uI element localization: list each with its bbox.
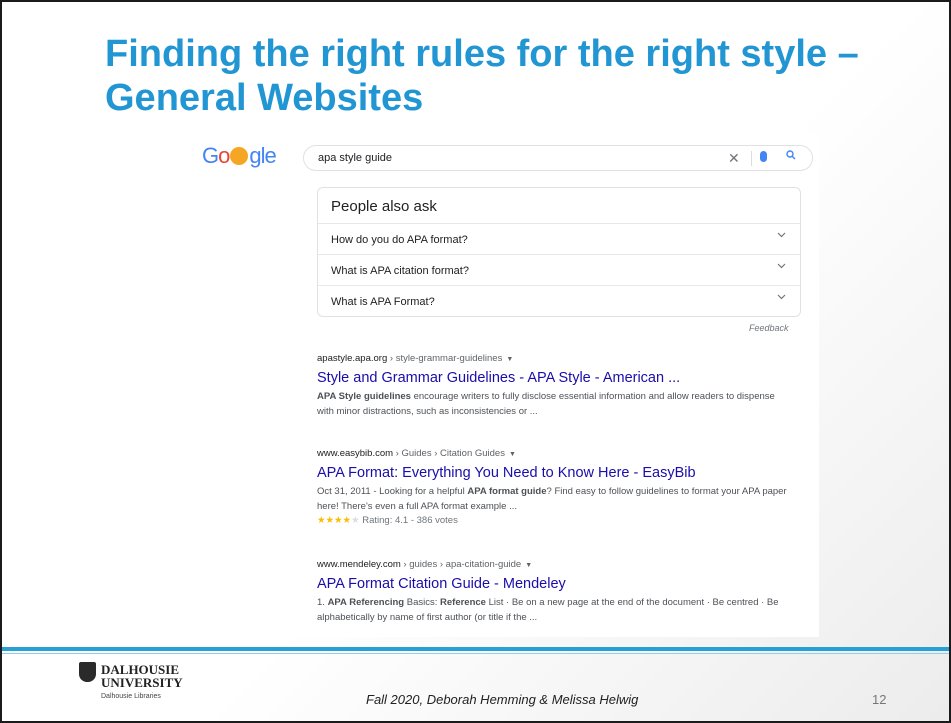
search-result: www.mendeley.com › guides › apa-citation…: [317, 559, 787, 625]
star-rating-icon: ★★★★: [317, 515, 352, 526]
result-snippet: APA Style guidelines encourage writers t…: [317, 389, 787, 419]
page-number: 12: [872, 692, 887, 707]
paa-question-text: What is APA citation format?: [331, 265, 469, 277]
result-domain: www.easybib.com: [317, 448, 394, 459]
shield-icon: [79, 662, 96, 682]
snippet-highlight: APA Referencing: [327, 597, 405, 608]
google-results-screenshot: Go gle apa style guide ✕ People also ask …: [189, 133, 819, 637]
result-url[interactable]: www.mendeley.com › guides › apa-citation…: [317, 559, 787, 570]
footer-divider-thin: [2, 653, 949, 654]
logo-letters-gle: gle: [249, 143, 276, 168]
chevron-down-icon: [777, 263, 786, 269]
star-empty-icon: ★: [351, 515, 360, 526]
snippet-text: Basics:: [404, 597, 441, 608]
snippet-highlight: Reference: [440, 597, 486, 608]
dropdown-caret-icon[interactable]: ▼: [509, 451, 516, 458]
slide-footer: Fall 2020, Deborah Hemming & Melissa Hel…: [366, 692, 639, 707]
dropdown-caret-icon[interactable]: ▼: [525, 562, 532, 569]
result-breadcrumb: › guides › apa-citation-guide: [400, 559, 522, 570]
result-snippet: 1. APA Referencing Basics: Reference Lis…: [317, 595, 787, 625]
logo-line3: Dalhousie Libraries: [101, 693, 161, 700]
slide: Finding the right rules for the right st…: [0, 0, 951, 723]
result-breadcrumb: › style-grammar-guidelines: [387, 353, 503, 364]
chevron-down-icon: [777, 294, 786, 300]
result-url[interactable]: www.easybib.com › Guides › Citation Guid…: [317, 448, 787, 459]
slide-title: Finding the right rules for the right st…: [105, 33, 859, 119]
dropdown-caret-icon[interactable]: ▼: [506, 356, 513, 363]
feedback-link[interactable]: Feedback: [749, 323, 789, 333]
paa-question[interactable]: How do you do APA format?: [318, 223, 800, 255]
result-domain: apastyle.apa.org: [317, 353, 388, 364]
result-breadcrumb: › Guides › Citation Guides: [393, 448, 505, 459]
chevron-down-icon: [777, 232, 786, 238]
result-rating: ★★★★★ Rating: 4.1 - 386 votes: [317, 515, 787, 526]
search-box[interactable]: apa style guide ✕: [303, 145, 813, 171]
snippet-highlight: APA format guide: [467, 486, 547, 497]
result-title-link[interactable]: Style and Grammar Guidelines - APA Style…: [317, 370, 787, 386]
paa-heading: People also ask: [331, 198, 437, 215]
logo-letter-g: G: [202, 143, 219, 168]
snippet-text: Oct 31, 2011 - Looking for a helpful: [317, 486, 468, 497]
people-also-ask: People also ask How do you do APA format…: [317, 187, 801, 317]
paa-question-text: How do you do APA format?: [331, 234, 468, 246]
result-title-link[interactable]: APA Format Citation Guide - Mendeley: [317, 576, 787, 592]
search-result: apastyle.apa.org › style-grammar-guideli…: [317, 353, 787, 419]
result-title-link[interactable]: APA Format: Everything You Need to Know …: [317, 465, 787, 481]
rating-text: Rating: 4.1 - 386 votes: [362, 515, 458, 526]
footer-divider: [2, 647, 949, 651]
mic-icon[interactable]: [760, 151, 767, 162]
paa-question[interactable]: What is APA citation format?: [318, 254, 800, 286]
search-icon[interactable]: [786, 150, 796, 160]
doodle-icon: [230, 147, 249, 165]
snippet-text: 1.: [317, 597, 328, 608]
search-input[interactable]: apa style guide: [318, 152, 392, 164]
result-snippet: Oct 31, 2011 - Looking for a helpful APA…: [317, 484, 787, 514]
result-domain: www.mendeley.com: [317, 559, 401, 570]
search-divider: [751, 151, 752, 166]
snippet-highlight: APA Style guidelines: [317, 391, 411, 402]
result-url[interactable]: apastyle.apa.org › style-grammar-guideli…: [317, 353, 787, 364]
search-result: www.easybib.com › Guides › Citation Guid…: [317, 448, 787, 526]
google-logo[interactable]: Go gle: [202, 143, 277, 169]
logo-letter-o: o: [218, 143, 230, 168]
paa-question[interactable]: What is APA Format?: [318, 285, 800, 317]
paa-question-text: What is APA Format?: [331, 296, 435, 308]
clear-icon[interactable]: ✕: [728, 150, 740, 167]
logo-line2: UNIVERSITY: [101, 675, 183, 690]
